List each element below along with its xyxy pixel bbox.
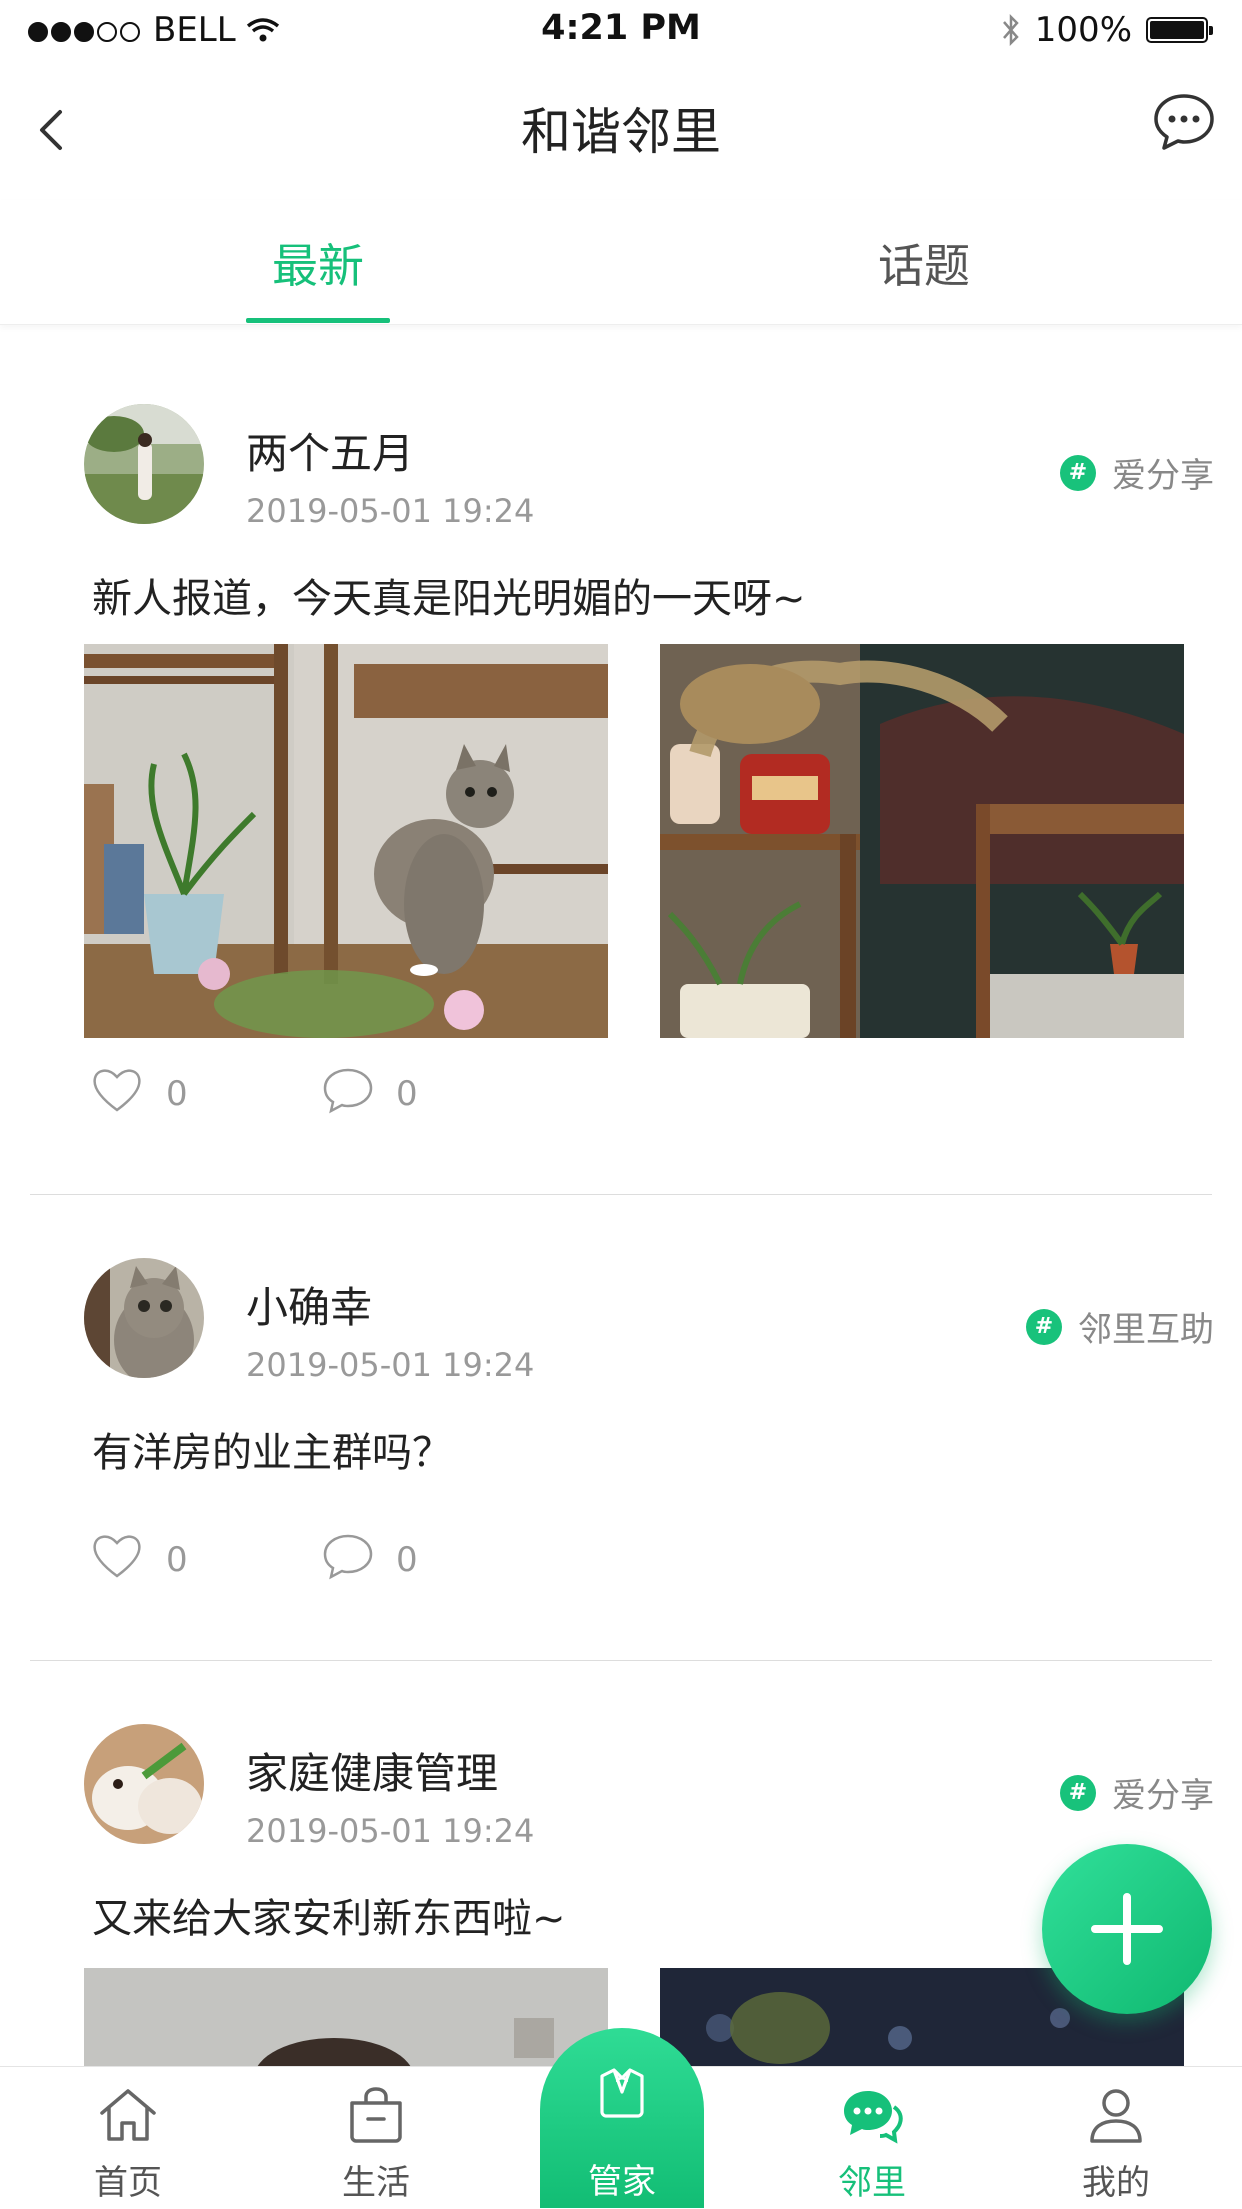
like-count: 0 [166,1540,188,1580]
topic-tag[interactable]: # 爱分享 [1060,1768,1214,1817]
like-button[interactable]: 0 [90,1532,188,1580]
add-post-button[interactable] [1042,1844,1212,2014]
divider [30,1660,1212,1661]
comment-button[interactable]: 0 [322,1066,418,1114]
person-icon [1090,2089,1142,2143]
post-content: 新人报道，今天真是阳光明媚的一天呀~ [92,576,806,622]
tab-topics[interactable]: 话题 [774,230,1074,296]
comment-count: 0 [396,1540,418,1580]
topic-tag[interactable]: # 爱分享 [1060,448,1214,497]
battery-percent: 100% [1034,10,1132,50]
avatar[interactable] [84,1724,204,1844]
home-icon [100,2089,156,2141]
post-image[interactable] [84,1968,608,2066]
hash-icon: # [1060,454,1096,491]
comment-button[interactable]: 0 [322,1532,418,1580]
heart-icon [93,1069,141,1112]
status-right: 100% [1001,10,1213,50]
topic-label: 邻里互助 [1078,1310,1214,1350]
post-content: 又来给大家安利新东西啦~ [92,1896,566,1942]
comment-icon [323,1068,373,1114]
tab-home-label: 首页 [94,2163,162,2203]
post-time: 2019-05-01 19:24 [246,1346,535,1384]
username[interactable]: 两个五月 [246,420,414,481]
chat-bubble-icon[interactable] [1152,90,1216,154]
post-image[interactable] [84,644,608,1038]
nav-bar: 和谐邻里 [0,60,1242,190]
plus-icon [1091,1893,1163,1965]
tab-butler-label: 管家 [588,2162,656,2202]
like-count: 0 [166,1074,188,1114]
tab-butler[interactable]: 管家 [540,2028,704,2208]
post-actions: 0 0 [90,1066,590,1126]
butler-icon [600,2068,644,2118]
topic-label: 爱分享 [1112,1776,1214,1816]
post-time: 2019-05-01 19:24 [246,1812,535,1850]
comment-icon [323,1534,373,1580]
post-image[interactable] [660,644,1184,1038]
tab-neighbors-label: 邻里 [838,2163,906,2203]
tab-mine-label: 我的 [1082,2163,1150,2203]
username[interactable]: 小确幸 [246,1274,372,1335]
tab-home[interactable]: 首页 [28,2067,228,2209]
page-title: 和谐邻里 [521,103,721,161]
tab-mine[interactable]: 我的 [1016,2067,1216,2209]
hash-icon: # [1026,1308,1062,1345]
topic-tag[interactable]: # 邻里互助 [1026,1302,1214,1351]
tab-active-indicator [246,318,390,323]
post-content: 有洋房的业主群吗？ [92,1430,452,1476]
post-actions: 0 0 [90,1532,590,1592]
hash-icon: # [1060,1774,1096,1811]
like-button[interactable]: 0 [90,1066,188,1114]
bluetooth-icon [1002,13,1019,47]
topic-label: 爱分享 [1112,456,1214,496]
status-bar: BELL 4:21 PM 100% [0,0,1242,60]
neighbors-chat-icon [844,2091,903,2144]
battery-icon [1146,17,1213,43]
avatar[interactable] [84,404,204,524]
avatar[interactable] [84,1258,204,1378]
comment-count: 0 [396,1074,418,1114]
tab-life[interactable]: 生活 [276,2067,476,2209]
username[interactable]: 家庭健康管理 [246,1740,498,1801]
tab-latest[interactable]: 最新 [168,230,468,296]
tab-life-label: 生活 [342,2163,410,2203]
heart-icon [93,1535,141,1578]
shopping-bag-icon [350,2087,402,2143]
post-time: 2019-05-01 19:24 [246,492,535,530]
divider [30,1194,1212,1195]
tab-bar-top: 最新 话题 [0,200,1242,325]
tab-neighbors[interactable]: 邻里 [772,2067,972,2209]
